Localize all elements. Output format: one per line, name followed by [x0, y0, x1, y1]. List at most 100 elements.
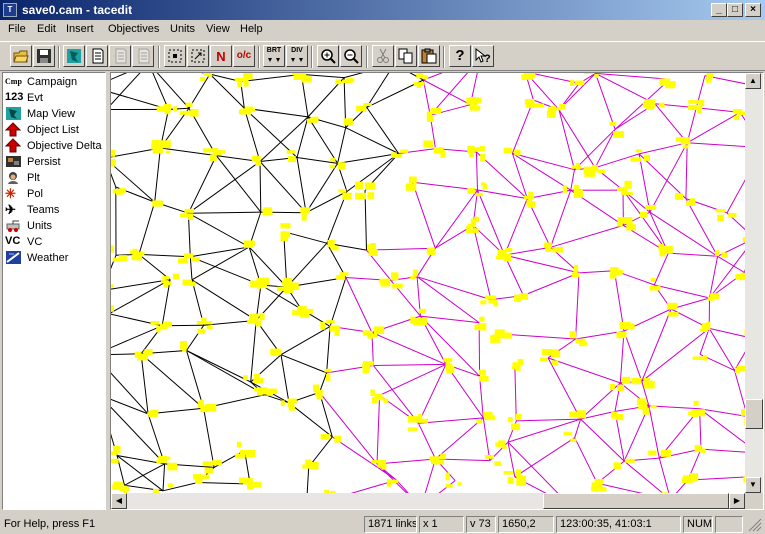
- tree-item-persist[interactable]: Persist: [5, 154, 105, 170]
- objective-marker[interactable]: [552, 247, 564, 253]
- objective-marker[interactable]: [338, 189, 347, 193]
- app-icon[interactable]: T: [3, 3, 17, 17]
- objective-marker[interactable]: [430, 107, 442, 115]
- objective-marker[interactable]: [503, 256, 510, 262]
- objective-marker[interactable]: [326, 320, 335, 324]
- objective-marker[interactable]: [259, 312, 265, 321]
- objective-marker[interactable]: [119, 188, 126, 193]
- objective-marker[interactable]: [735, 367, 740, 374]
- objective-marker[interactable]: [167, 483, 174, 487]
- title-bar[interactable]: T save0.cam - tacedit _ □ ×: [0, 0, 765, 20]
- objective-marker[interactable]: [282, 280, 289, 285]
- open-button[interactable]: [10, 45, 32, 67]
- objective-marker[interactable]: [613, 130, 624, 138]
- objective-marker[interactable]: [251, 155, 261, 162]
- objective-marker[interactable]: [659, 78, 671, 86]
- objective-marker[interactable]: [470, 218, 476, 224]
- objective-marker[interactable]: [410, 275, 416, 279]
- objective-marker[interactable]: [371, 460, 380, 464]
- objective-marker[interactable]: [179, 110, 191, 115]
- map-view-button[interactable]: [63, 45, 85, 67]
- objective-marker[interactable]: [150, 321, 160, 325]
- objective-marker[interactable]: [334, 435, 342, 443]
- objective-marker[interactable]: [511, 423, 520, 431]
- objective-marker[interactable]: [417, 418, 429, 423]
- objective-marker[interactable]: [431, 459, 441, 465]
- objective-marker[interactable]: [570, 438, 577, 442]
- object-tree[interactable]: Cmp Campaign 123 Evt Map View Object Lis…: [2, 72, 106, 510]
- objective-marker[interactable]: [151, 139, 160, 147]
- objective-marker[interactable]: [494, 329, 505, 336]
- objective-marker[interactable]: [626, 181, 632, 189]
- objective-marker[interactable]: [570, 79, 575, 86]
- objective-marker[interactable]: [569, 411, 578, 418]
- save-button[interactable]: [33, 45, 55, 67]
- objective-marker[interactable]: [609, 121, 617, 126]
- objective-marker[interactable]: [709, 293, 719, 299]
- objective-marker[interactable]: [164, 110, 171, 115]
- objective-marker[interactable]: [624, 217, 633, 224]
- copy-button[interactable]: [395, 45, 417, 67]
- document-button-2[interactable]: [109, 45, 131, 67]
- objective-marker[interactable]: [433, 147, 444, 154]
- objective-marker[interactable]: [134, 351, 142, 358]
- objective-marker[interactable]: [574, 184, 579, 191]
- objective-marker[interactable]: [514, 294, 522, 302]
- objective-marker[interactable]: [296, 73, 307, 80]
- objective-marker[interactable]: [650, 405, 657, 409]
- objective-marker[interactable]: [204, 321, 213, 325]
- oc-button[interactable]: o/c: [233, 45, 255, 67]
- objective-marker[interactable]: [446, 363, 453, 370]
- objective-marker[interactable]: [503, 471, 514, 475]
- objective-marker[interactable]: [156, 326, 161, 333]
- objective-marker[interactable]: [445, 472, 450, 481]
- objective-marker[interactable]: [631, 377, 642, 385]
- objective-marker[interactable]: [202, 461, 214, 467]
- objective-marker[interactable]: [255, 161, 261, 166]
- resize-grip-icon[interactable]: [748, 518, 762, 532]
- tree-item-evt[interactable]: 123 Evt: [5, 90, 105, 106]
- vertical-scrollbar[interactable]: ▲ ▼: [745, 73, 763, 493]
- objective-marker[interactable]: [111, 451, 117, 456]
- tree-item-units[interactable]: Units: [5, 218, 105, 234]
- objective-marker[interactable]: [584, 169, 596, 177]
- vertical-scroll-thumb[interactable]: [745, 399, 763, 429]
- objective-marker[interactable]: [206, 325, 213, 330]
- objective-marker[interactable]: [541, 348, 552, 356]
- objective-marker[interactable]: [682, 145, 689, 149]
- objective-marker[interactable]: [188, 213, 194, 220]
- objective-marker[interactable]: [362, 364, 371, 369]
- objective-marker[interactable]: [658, 244, 664, 251]
- objective-marker[interactable]: [484, 415, 495, 421]
- objective-marker[interactable]: [617, 187, 627, 191]
- cut-button[interactable]: [372, 45, 394, 67]
- objective-marker[interactable]: [622, 376, 631, 384]
- objective-marker[interactable]: [515, 469, 521, 477]
- objective-marker[interactable]: [203, 73, 209, 76]
- objective-marker[interactable]: [579, 341, 587, 347]
- objective-marker[interactable]: [408, 176, 417, 184]
- objective-marker[interactable]: [163, 280, 169, 288]
- objective-marker[interactable]: [304, 308, 314, 315]
- objective-marker[interactable]: [412, 318, 422, 326]
- objective-marker[interactable]: [418, 308, 427, 314]
- objective-marker[interactable]: [111, 305, 114, 312]
- objective-marker[interactable]: [635, 149, 643, 153]
- objective-marker[interactable]: [516, 477, 526, 486]
- tree-item-campaign[interactable]: Cmp Campaign: [5, 74, 105, 90]
- objective-marker[interactable]: [329, 325, 341, 332]
- objective-marker[interactable]: [457, 482, 462, 486]
- objective-marker[interactable]: [180, 213, 189, 218]
- objective-marker[interactable]: [200, 77, 206, 82]
- objective-marker[interactable]: [479, 145, 485, 152]
- objective-marker[interactable]: [243, 73, 253, 80]
- objective-marker[interactable]: [355, 181, 364, 190]
- tree-item-plt[interactable]: Plt: [5, 170, 105, 186]
- objective-marker[interactable]: [368, 249, 378, 256]
- tree-item-weather[interactable]: Weather: [5, 250, 105, 266]
- objective-marker[interactable]: [307, 118, 318, 123]
- objective-marker[interactable]: [386, 479, 392, 487]
- objective-marker[interactable]: [280, 400, 285, 406]
- objective-marker[interactable]: [190, 109, 199, 117]
- objective-marker[interactable]: [540, 357, 547, 362]
